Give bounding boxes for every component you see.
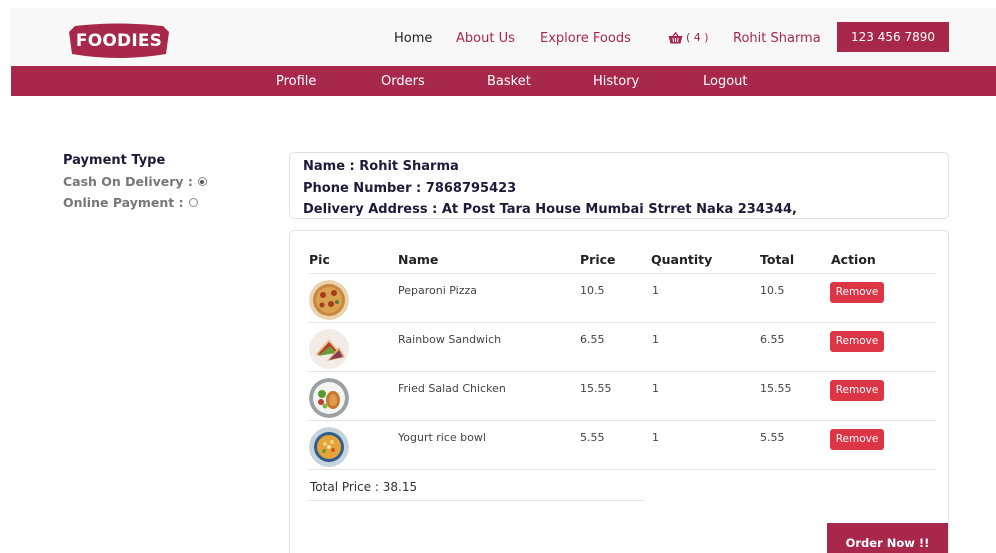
item-quantity: 1 <box>652 431 659 444</box>
item-quantity: 1 <box>652 382 659 395</box>
subnav-orders[interactable]: Orders <box>381 74 425 89</box>
customer-address: Delivery Address : At Post Tara House Mu… <box>303 202 797 217</box>
item-price: 15.55 <box>580 382 612 395</box>
item-price: 6.55 <box>580 333 605 346</box>
phone-button[interactable]: 123 456 7890 <box>837 22 949 52</box>
top-header: FOODIES Home About Us Explore Foods ( 4 … <box>11 8 996 66</box>
rice-bowl-image <box>309 427 349 467</box>
item-name: Fried Salad Chicken <box>398 382 506 395</box>
nav-basket-link[interactable]: ( 4 ) <box>668 31 709 44</box>
item-name: Peparoni Pizza <box>398 284 478 297</box>
payment-type-title: Payment Type <box>63 153 166 168</box>
subnav-logout[interactable]: Logout <box>703 74 748 89</box>
pizza-image <box>309 280 349 320</box>
col-header-price: Price <box>580 252 616 267</box>
online-radio[interactable] <box>188 198 198 207</box>
basket-count: ( 4 ) <box>686 31 709 44</box>
customer-phone: Phone Number : 7868795423 <box>303 180 517 196</box>
chicken-salad-image <box>309 378 349 418</box>
cash-radio[interactable] <box>197 177 207 186</box>
logo-text: FOODIES <box>75 31 163 51</box>
item-total: 15.55 <box>760 382 792 395</box>
subnav-basket[interactable]: Basket <box>487 74 531 89</box>
item-quantity: 1 <box>652 333 659 346</box>
account-subnav: Profile Orders Basket History Logout <box>11 66 996 96</box>
remove-button[interactable]: Remove <box>830 380 884 401</box>
col-header-pic: Pic <box>309 252 330 267</box>
col-header-action: Action <box>831 252 876 267</box>
payment-online-label: Online Payment : <box>63 195 184 210</box>
cart-row: Fried Salad Chicken 15.55 1 15.55 Remove <box>290 372 948 421</box>
remove-button[interactable]: Remove <box>830 331 884 352</box>
item-total: 6.55 <box>760 333 785 346</box>
cart-row: Yogurt rice bowl 5.55 1 5.55 Remove <box>290 421 948 470</box>
col-header-total: Total <box>760 252 795 267</box>
remove-button[interactable]: Remove <box>830 282 884 303</box>
item-quantity: 1 <box>652 284 659 297</box>
subnav-profile[interactable]: Profile <box>276 74 316 89</box>
item-total: 5.55 <box>760 431 785 444</box>
foodies-logo[interactable]: FOODIES <box>65 22 173 60</box>
nav-about-link[interactable]: About Us <box>456 31 515 46</box>
nav-user-link[interactable]: Rohit Sharma <box>733 31 821 46</box>
nav-home-link[interactable]: Home <box>394 31 432 46</box>
payment-type-panel: Payment Type Cash On Delivery : Online P… <box>63 153 207 216</box>
item-price: 10.5 <box>580 284 605 297</box>
sandwich-image <box>309 329 349 369</box>
total-price: Total Price : 38.15 <box>310 480 418 494</box>
order-now-button[interactable]: Order Now !! <box>827 523 948 553</box>
item-price: 5.55 <box>580 431 605 444</box>
cart-card: Pic Name Price Quantity Total Action Pep… <box>289 230 949 553</box>
basket-icon <box>668 31 683 43</box>
remove-button[interactable]: Remove <box>830 429 884 450</box>
subnav-history[interactable]: History <box>593 74 639 89</box>
customer-info-card: Name : Rohit Sharma Phone Number : 78687… <box>289 152 949 219</box>
item-name: Yogurt rice bowl <box>398 431 486 444</box>
customer-name: Name : Rohit Sharma <box>303 159 459 174</box>
cart-row: Rainbow Sandwich 6.55 1 6.55 Remove <box>290 323 948 372</box>
payment-option-online[interactable]: Online Payment : <box>63 195 207 210</box>
col-header-quantity: Quantity <box>651 252 713 267</box>
col-header-name: Name <box>398 252 439 267</box>
payment-cash-label: Cash On Delivery : <box>63 174 193 189</box>
payment-option-cash[interactable]: Cash On Delivery : <box>63 174 207 189</box>
item-total: 10.5 <box>760 284 785 297</box>
item-name: Rainbow Sandwich <box>398 333 502 346</box>
cart-row: Peparoni Pizza 10.5 1 10.5 Remove <box>290 274 948 323</box>
nav-explore-link[interactable]: Explore Foods <box>540 31 631 46</box>
row-divider <box>309 469 936 470</box>
total-divider <box>309 500 644 501</box>
